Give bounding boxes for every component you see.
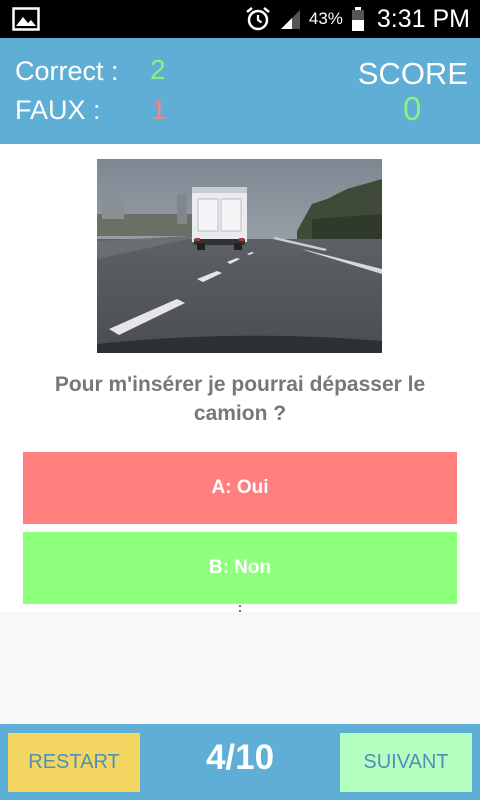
scroll-indicator xyxy=(239,605,241,612)
question-photo xyxy=(97,159,382,353)
correct-count: 2 xyxy=(150,54,166,85)
question-card: Pour m'insérer je pourrai dépasser le ca… xyxy=(0,144,480,612)
footer-bar: RESTART 4/10 SUIVANT xyxy=(0,724,480,800)
answer-b-button[interactable]: B: Non xyxy=(23,532,457,604)
clock: 3:31 PM xyxy=(376,4,470,33)
question-progress: 4/10 xyxy=(205,738,275,777)
correct-label: Correct : xyxy=(15,56,119,86)
restart-button[interactable]: RESTART xyxy=(8,733,140,792)
gallery-icon xyxy=(12,7,40,31)
status-bar: 43% 3:31 PM xyxy=(0,0,480,38)
quiz-screen: 43% 3:31 PM Correct : 2 FAUX : 1 SCORE 0 xyxy=(0,0,480,800)
next-button[interactable]: SUIVANT xyxy=(340,733,472,792)
faux-label: FAUX : xyxy=(15,95,101,125)
question-text: Pour m'insérer je pourrai dépasser le ca… xyxy=(54,373,426,425)
score-value: 0 xyxy=(403,90,422,127)
answer-a-button[interactable]: A: Oui xyxy=(23,452,457,524)
score-label: SCORE xyxy=(357,56,468,91)
battery-percent: 43% xyxy=(308,9,343,28)
faux-count: 1 xyxy=(151,94,167,125)
signal-icon xyxy=(280,10,300,29)
alarm-icon xyxy=(246,7,270,31)
status-right: 43% 3:31 PM xyxy=(245,0,470,38)
battery-icon xyxy=(351,7,364,31)
score-header: Correct : 2 FAUX : 1 SCORE 0 xyxy=(0,38,480,144)
